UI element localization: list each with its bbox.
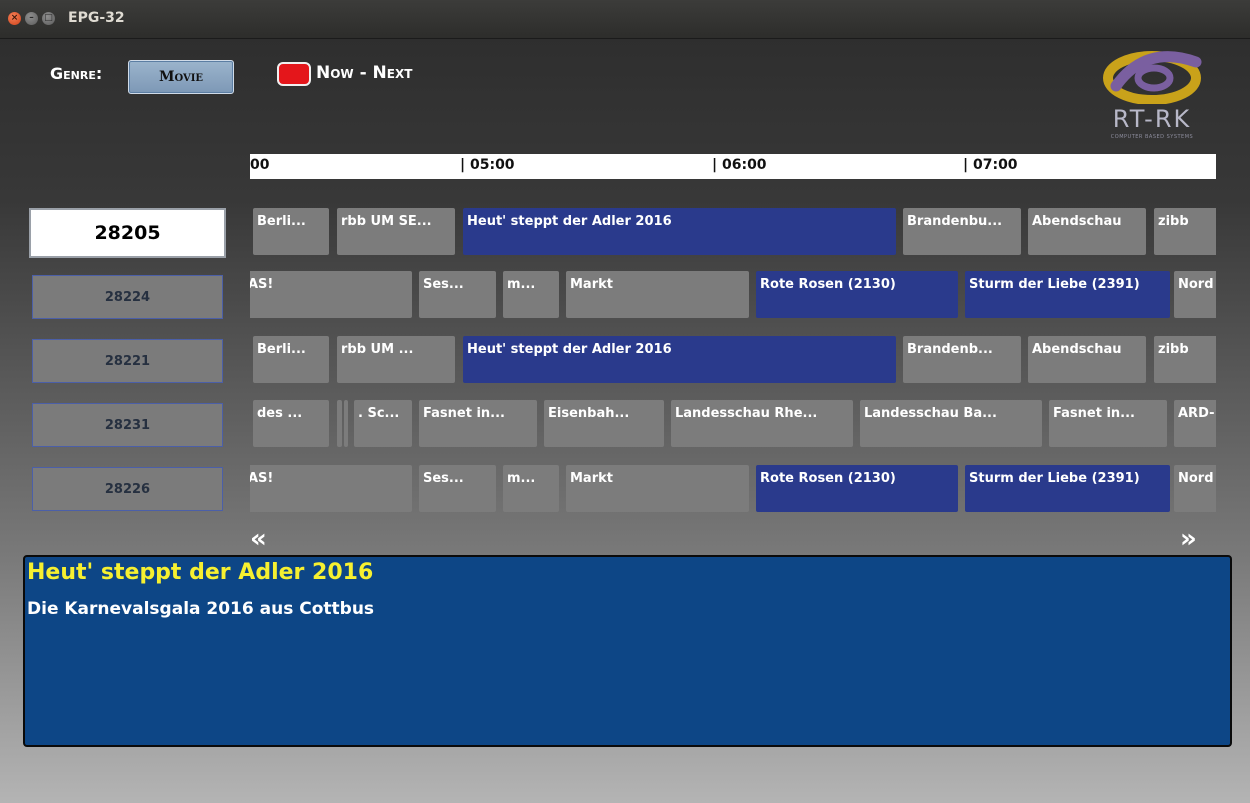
program-cell[interactable]: des ...	[253, 400, 329, 447]
program-cell[interactable]	[344, 400, 348, 447]
channel-item[interactable]: 28226	[32, 467, 223, 511]
minimize-icon: –	[29, 13, 34, 23]
genre-label: Genre:	[50, 64, 103, 83]
program-cell[interactable]: zibb	[1154, 208, 1216, 255]
program-cell[interactable]: Brandenbu...	[903, 208, 1021, 255]
program-cell[interactable]: rbb UM ...	[337, 336, 455, 383]
program-cell[interactable]: Markt	[566, 465, 749, 512]
channel-item[interactable]: 28224	[32, 275, 223, 319]
program-cell[interactable]: Sturm der Liebe (2391)	[965, 465, 1170, 512]
channel-item[interactable]: 28221	[32, 339, 223, 383]
program-cell[interactable]: Fasnet in...	[1049, 400, 1167, 447]
time-tick: 00	[250, 157, 270, 173]
program-title: Heut' steppt der Adler 2016	[27, 560, 374, 585]
window-titlebar: × – □ EPG-32	[0, 0, 1250, 39]
scroll-left-icon[interactable]: «	[250, 526, 267, 552]
now-next-label[interactable]: Now - Next	[316, 63, 412, 83]
program-cell[interactable]: Abendschau	[1028, 336, 1146, 383]
scroll-right-icon[interactable]: »	[1180, 526, 1197, 552]
close-window-button[interactable]: ×	[8, 12, 21, 25]
program-cell[interactable]: AS!	[250, 271, 412, 318]
program-cell[interactable]: rbb UM SE...	[337, 208, 455, 255]
program-cell[interactable]: m...	[503, 465, 559, 512]
program-cell[interactable]: zibb	[1154, 336, 1216, 383]
genre-button[interactable]: Movie	[128, 60, 234, 94]
rt-rk-logo: RT-RK COMPUTER BASED SYSTEMS	[1096, 48, 1208, 140]
logo-swirl-icon	[1103, 51, 1202, 105]
time-tick: | 05:00	[460, 157, 515, 173]
program-cell[interactable]: AS!	[250, 465, 412, 512]
channel-item[interactable]: 28231	[32, 403, 223, 447]
window-title: EPG-32	[68, 10, 125, 26]
program-cell[interactable]: Ses...	[419, 465, 496, 512]
program-cell[interactable]: Rote Rosen (2130)	[756, 465, 958, 512]
program-cell[interactable]: Heut' steppt der Adler 2016	[463, 208, 896, 255]
program-cell[interactable]: Nord	[1174, 465, 1216, 512]
program-cell[interactable]: Brandenb...	[903, 336, 1021, 383]
minimize-window-button[interactable]: –	[25, 12, 38, 25]
program-cell[interactable]: Rote Rosen (2130)	[756, 271, 958, 318]
red-key-icon	[277, 62, 311, 86]
maximize-icon: □	[44, 13, 53, 23]
logo-tagline: COMPUTER BASED SYSTEMS	[1110, 134, 1194, 140]
program-cell[interactable]	[337, 400, 342, 447]
program-info-panel: Heut' steppt der Adler 2016 Die Karneval…	[23, 555, 1232, 747]
program-cell[interactable]: Landesschau Rhe...	[671, 400, 853, 447]
program-cell[interactable]: Fasnet in...	[419, 400, 537, 447]
program-cell[interactable]: Sturm der Liebe (2391)	[965, 271, 1170, 318]
program-cell[interactable]: Berli...	[253, 336, 329, 383]
program-cell[interactable]: Berli...	[253, 208, 329, 255]
program-cell[interactable]: m...	[503, 271, 559, 318]
channel-item[interactable]: 28205	[29, 208, 226, 258]
logo-text: RT-RK	[1112, 105, 1192, 133]
close-icon: ×	[10, 13, 19, 23]
time-tick: | 06:00	[712, 157, 767, 173]
program-cell[interactable]: Eisenbah...	[544, 400, 664, 447]
timeline-bar: 00 | 05:00 | 06:00 | 07:00	[250, 154, 1216, 179]
maximize-window-button[interactable]: □	[42, 12, 55, 25]
program-description: Die Karnevalsgala 2016 aus Cottbus	[27, 599, 375, 619]
program-cell[interactable]: Markt	[566, 271, 749, 318]
time-tick: | 07:00	[963, 157, 1018, 173]
program-cell[interactable]: Abendschau	[1028, 208, 1146, 255]
program-cell[interactable]: . Sc...	[354, 400, 412, 447]
program-cell[interactable]: Heut' steppt der Adler 2016	[463, 336, 896, 383]
program-grid: Berli... rbb UM SE... Heut' steppt der A…	[250, 200, 1216, 520]
program-cell[interactable]: Ses...	[419, 271, 496, 318]
program-cell[interactable]: ARD-	[1174, 400, 1216, 447]
program-cell[interactable]: Nord	[1174, 271, 1216, 318]
program-cell[interactable]: Landesschau Ba...	[860, 400, 1042, 447]
